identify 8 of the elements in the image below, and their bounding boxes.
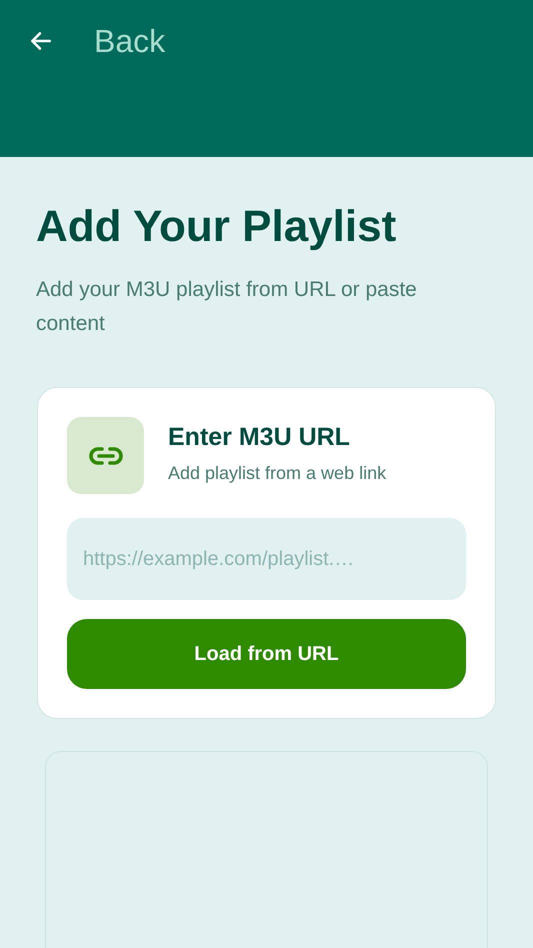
card-title: Enter M3U URL [168,422,351,453]
link-icon [88,446,124,466]
back-button[interactable]: Back [28,22,166,60]
card-subtitle: Add playlist from a web link [168,462,386,485]
page-title: Add Your Playlist [36,201,398,253]
url-field[interactable]: https://example.com/playlist.… [67,518,466,600]
page-subtitle: Add your M3U playlist from URL or paste content [36,277,418,337]
load-from-url-button[interactable]: Load from URL [67,619,466,689]
